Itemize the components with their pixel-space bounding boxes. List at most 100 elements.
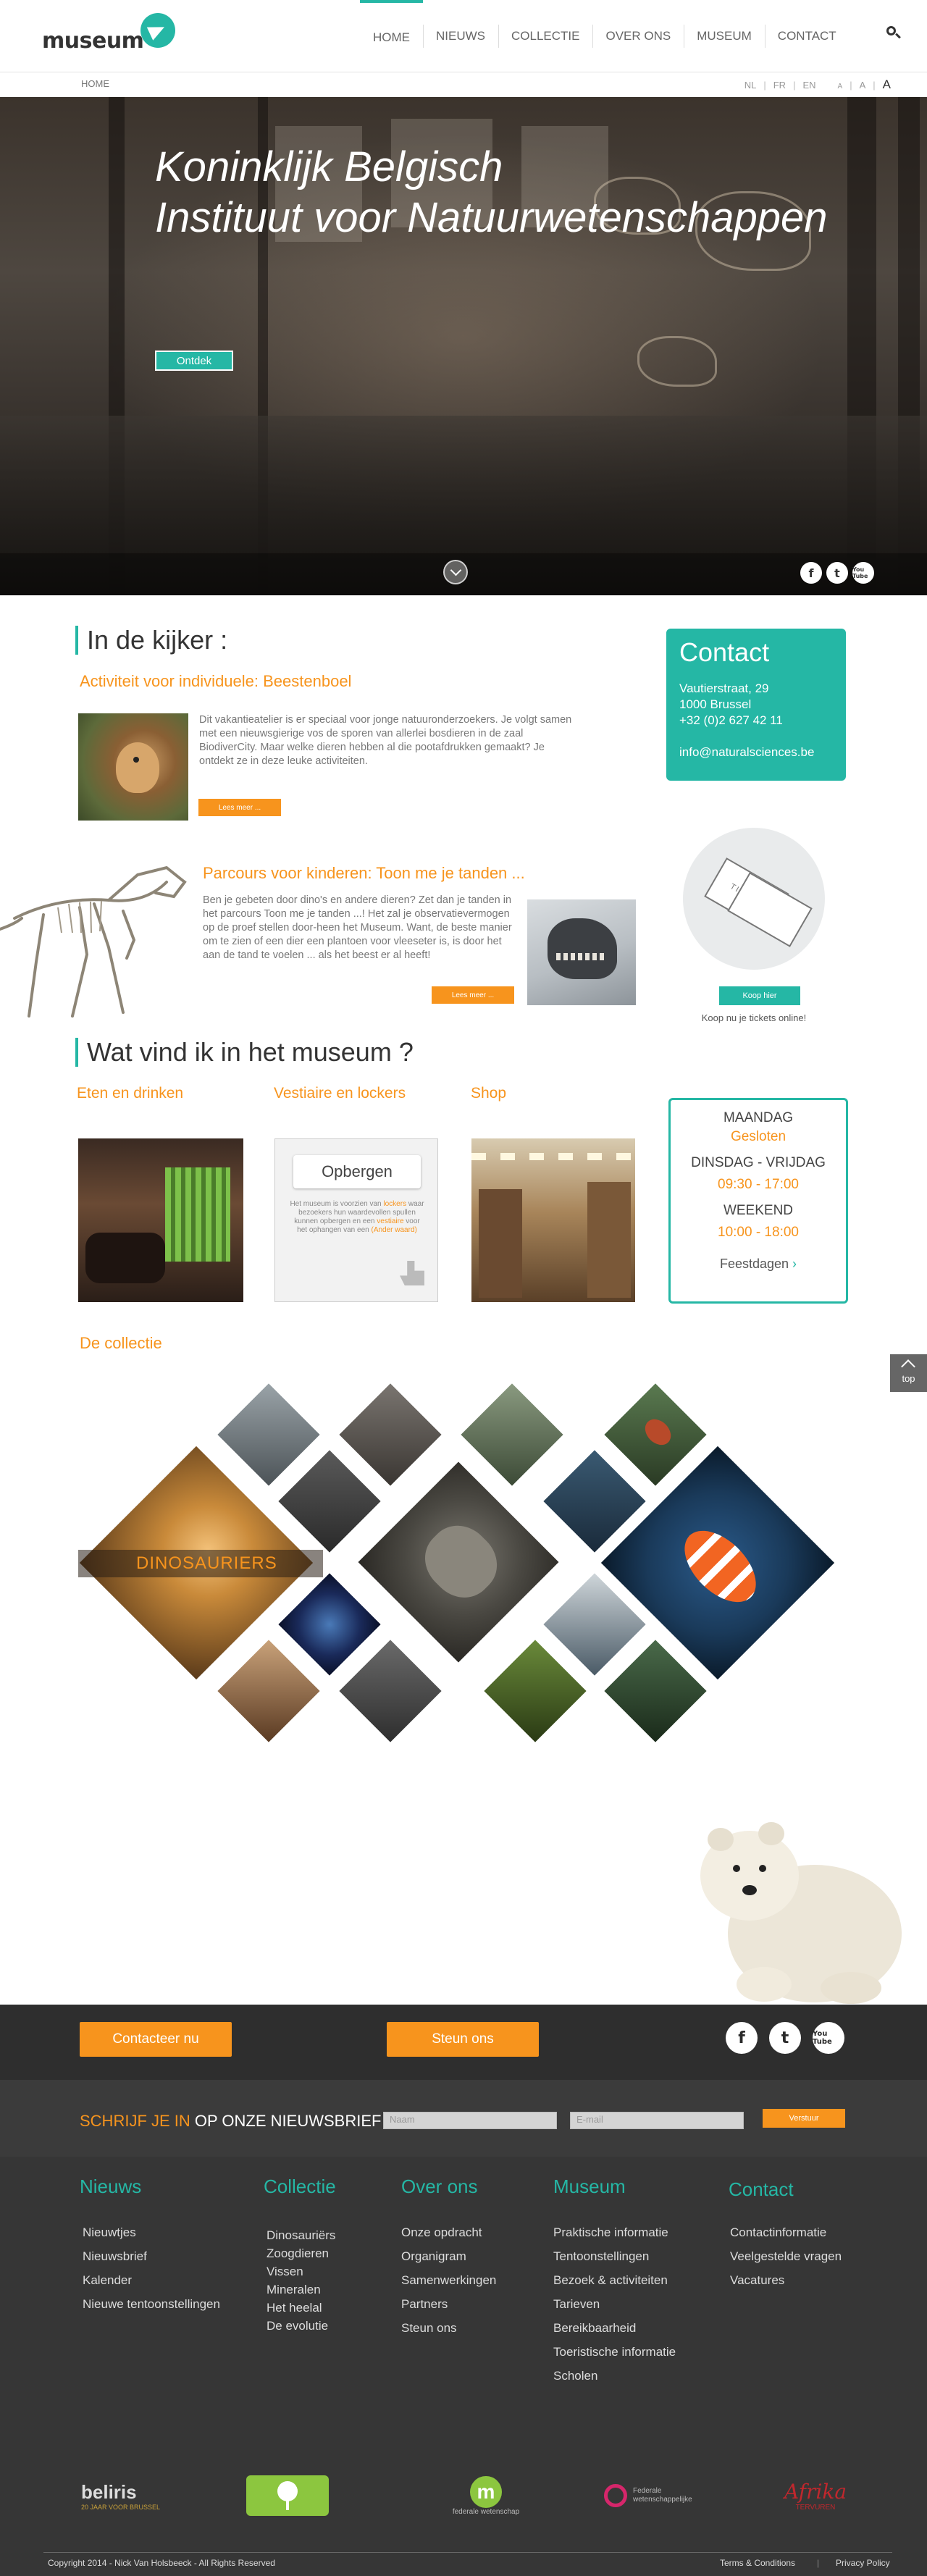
footer-link[interactable]: Bereikbaarheid	[553, 2316, 676, 2340]
footer-link[interactable]: Onze opdracht	[401, 2220, 496, 2244]
footer-link[interactable]: Bezoek & activiteiten	[553, 2268, 676, 2292]
font-size-medium[interactable]: A	[860, 80, 866, 91]
footer-col-nieuws-title[interactable]: Nieuws	[80, 2176, 141, 2198]
youtube-icon[interactable]: You Tube	[852, 562, 874, 584]
kijker-item1-more-button[interactable]: Lees meer ...	[198, 799, 281, 816]
contact-phone[interactable]: +32 (0)2 627 42 11	[679, 713, 833, 729]
collection-title[interactable]: De collectie	[80, 1334, 162, 1353]
footer-link[interactable]: Dinosauriërs	[267, 2226, 335, 2244]
breadcrumb[interactable]: HOME	[81, 78, 109, 89]
copyright-text: Copyright 2014 - Nick Van Holsbeeck - Al…	[48, 2558, 275, 2568]
footer-link[interactable]: Vissen	[267, 2262, 335, 2281]
font-size-small[interactable]: A	[838, 83, 843, 91]
footer-link[interactable]: Nieuwsbrief	[83, 2244, 220, 2268]
shop-image[interactable]	[471, 1138, 635, 1302]
footer-link[interactable]: Tarieven	[553, 2292, 676, 2316]
nav-museum[interactable]: MUSEUM	[684, 0, 765, 72]
footer-col-museum-title[interactable]: Museum	[553, 2176, 626, 2198]
polar-bear-image	[700, 1822, 902, 2004]
hours-day3-value: 10:00 - 18:00	[718, 1225, 799, 1240]
kijker-item2-title[interactable]: Parcours voor kinderen: Toon me je tande…	[203, 864, 525, 883]
lang-en[interactable]: EN	[802, 80, 815, 91]
footer-col-collectie: Dinosauriërs Zoogdieren Vissen Mineralen…	[267, 2226, 335, 2335]
support-button[interactable]: Steun ons	[387, 2022, 539, 2057]
footer-links: Nieuws Nieuwtjes Nieuwsbrief Kalender Ni…	[0, 2157, 927, 2576]
font-size-large[interactable]: A	[883, 77, 891, 92]
twitter-icon[interactable]: t	[826, 562, 848, 584]
footer-link[interactable]: Het heelal	[267, 2299, 335, 2317]
footer-link[interactable]: Tentoonstellingen	[553, 2244, 676, 2268]
collection-tile-elephant[interactable]	[355, 1459, 562, 1666]
contact-email[interactable]: info@naturalsciences.be	[679, 744, 833, 760]
privacy-link[interactable]: Privacy Policy	[836, 2558, 890, 2568]
opening-hours: MAANDAG Gesloten DINSDAG - VRIJDAG 09:30…	[668, 1098, 848, 1304]
hand-pointer-icon	[400, 1261, 424, 1285]
facebook-icon[interactable]: f	[800, 562, 822, 584]
partner-m-logo[interactable]: m federale wetenschap	[446, 2471, 526, 2520]
footer-link[interactable]: Praktische informatie	[553, 2220, 676, 2244]
cat-shop-title[interactable]: Shop	[471, 1085, 506, 1102]
logo-text: museum	[42, 28, 144, 54]
kijker-item2-text: Ben je gebeten door dino's en andere die…	[203, 894, 512, 961]
footer-link[interactable]: Contactinformatie	[730, 2220, 842, 2244]
footer-link[interactable]: Kalender	[83, 2268, 220, 2292]
footer-col-contact-title[interactable]: Contact	[729, 2178, 794, 2201]
collection-tile-clownfish[interactable]	[597, 1443, 838, 1683]
nav-nieuws[interactable]: NIEUWS	[423, 0, 498, 72]
nav-collectie[interactable]: COLLECTIE	[498, 0, 592, 72]
scroll-down-icon[interactable]	[443, 560, 468, 584]
dinosaurs-label[interactable]: DINOSAURIERS	[78, 1550, 323, 1577]
newsletter-submit-button[interactable]: Verstuur	[763, 2109, 845, 2128]
kijker-item2-more-button[interactable]: Lees meer ...	[432, 986, 514, 1004]
nav-over-ons[interactable]: OVER ONS	[592, 0, 684, 72]
footer-link[interactable]: Organigram	[401, 2244, 496, 2268]
nav-home[interactable]: HOME	[360, 0, 423, 72]
footer-facebook-icon[interactable]: f	[726, 2022, 758, 2054]
terms-link[interactable]: Terms & Conditions	[720, 2558, 795, 2568]
footer-link[interactable]: De evolutie	[267, 2317, 335, 2335]
footer-link[interactable]: Samenwerkingen	[401, 2268, 496, 2292]
collection-tile-iguana[interactable]	[458, 1380, 566, 1489]
museum-logo[interactable]: museum	[42, 13, 176, 54]
footer-link[interactable]: Zoogdieren	[267, 2244, 335, 2262]
footer-twitter-icon[interactable]: t	[769, 2022, 801, 2054]
footer-youtube-icon[interactable]: You Tube	[813, 2022, 844, 2054]
footer-link[interactable]: Nieuwtjes	[83, 2220, 220, 2244]
partner-afrika-logo[interactable]: Afrika TERVUREN	[784, 2471, 847, 2520]
lang-nl[interactable]: NL	[744, 80, 757, 91]
main-nav: HOME NIEUWS COLLECTIE OVER ONS MUSEUM CO…	[360, 0, 850, 72]
contact-now-button[interactable]: Contacteer nu	[80, 2022, 232, 2057]
footer-link[interactable]: Scholen	[553, 2364, 676, 2388]
cafe-image[interactable]	[78, 1138, 243, 1302]
holidays-link[interactable]: Feestdagen ›	[671, 1256, 846, 1272]
footer-link[interactable]: Steun ons	[401, 2316, 496, 2340]
partner-green-logo[interactable]	[246, 2475, 329, 2516]
search-icon[interactable]	[886, 26, 902, 42]
footer-link[interactable]: Toeristische informatie	[553, 2340, 676, 2364]
chipmunk-image	[78, 713, 188, 821]
footer-link[interactable]: Veelgestelde vragen	[730, 2244, 842, 2268]
footer-link[interactable]: Mineralen	[267, 2281, 335, 2299]
partner-federal-logo[interactable]: Federale wetenschappelijke	[604, 2475, 720, 2516]
footer-link[interactable]: Nieuwe tentoonstellingen	[83, 2292, 220, 2316]
lang-fr[interactable]: FR	[773, 80, 786, 91]
lockers-card[interactable]: Opbergen Het museum is voorzien van lock…	[274, 1138, 438, 1302]
footer-link[interactable]: Partners	[401, 2292, 496, 2316]
ontdek-button[interactable]: Ontdek	[155, 351, 233, 371]
newsletter-email-input[interactable]: E-mail	[570, 2112, 744, 2129]
ticket-icon: TICKET	[683, 828, 825, 970]
cat-eten-title[interactable]: Eten en drinken	[77, 1085, 183, 1102]
cat-vestiaire-title[interactable]: Vestiaire en lockers	[274, 1085, 406, 1102]
footer-link[interactable]: Vacatures	[730, 2268, 842, 2292]
kijker-item1-title[interactable]: Activiteit voor individuele: Beestenboel	[80, 672, 351, 691]
footer-divider	[43, 2552, 892, 2553]
footer-col-contact: Contactinformatie Veelgestelde vragen Va…	[730, 2220, 842, 2292]
buy-tickets-button[interactable]: Koop hier	[719, 986, 800, 1005]
newsletter-name-input[interactable]: Naam	[383, 2112, 557, 2129]
footer-col-collectie-title[interactable]: Collectie	[264, 2176, 336, 2198]
nav-contact[interactable]: CONTACT	[764, 0, 850, 72]
partner-beliris-logo[interactable]: beliris 20 JAAR VOOR BRUSSEL	[81, 2472, 168, 2519]
site-header: museum HOME NIEUWS COLLECTIE OVER ONS MU…	[0, 0, 927, 72]
footer-col-overons-title[interactable]: Over ons	[401, 2176, 478, 2198]
back-to-top-button[interactable]: top	[890, 1354, 927, 1392]
